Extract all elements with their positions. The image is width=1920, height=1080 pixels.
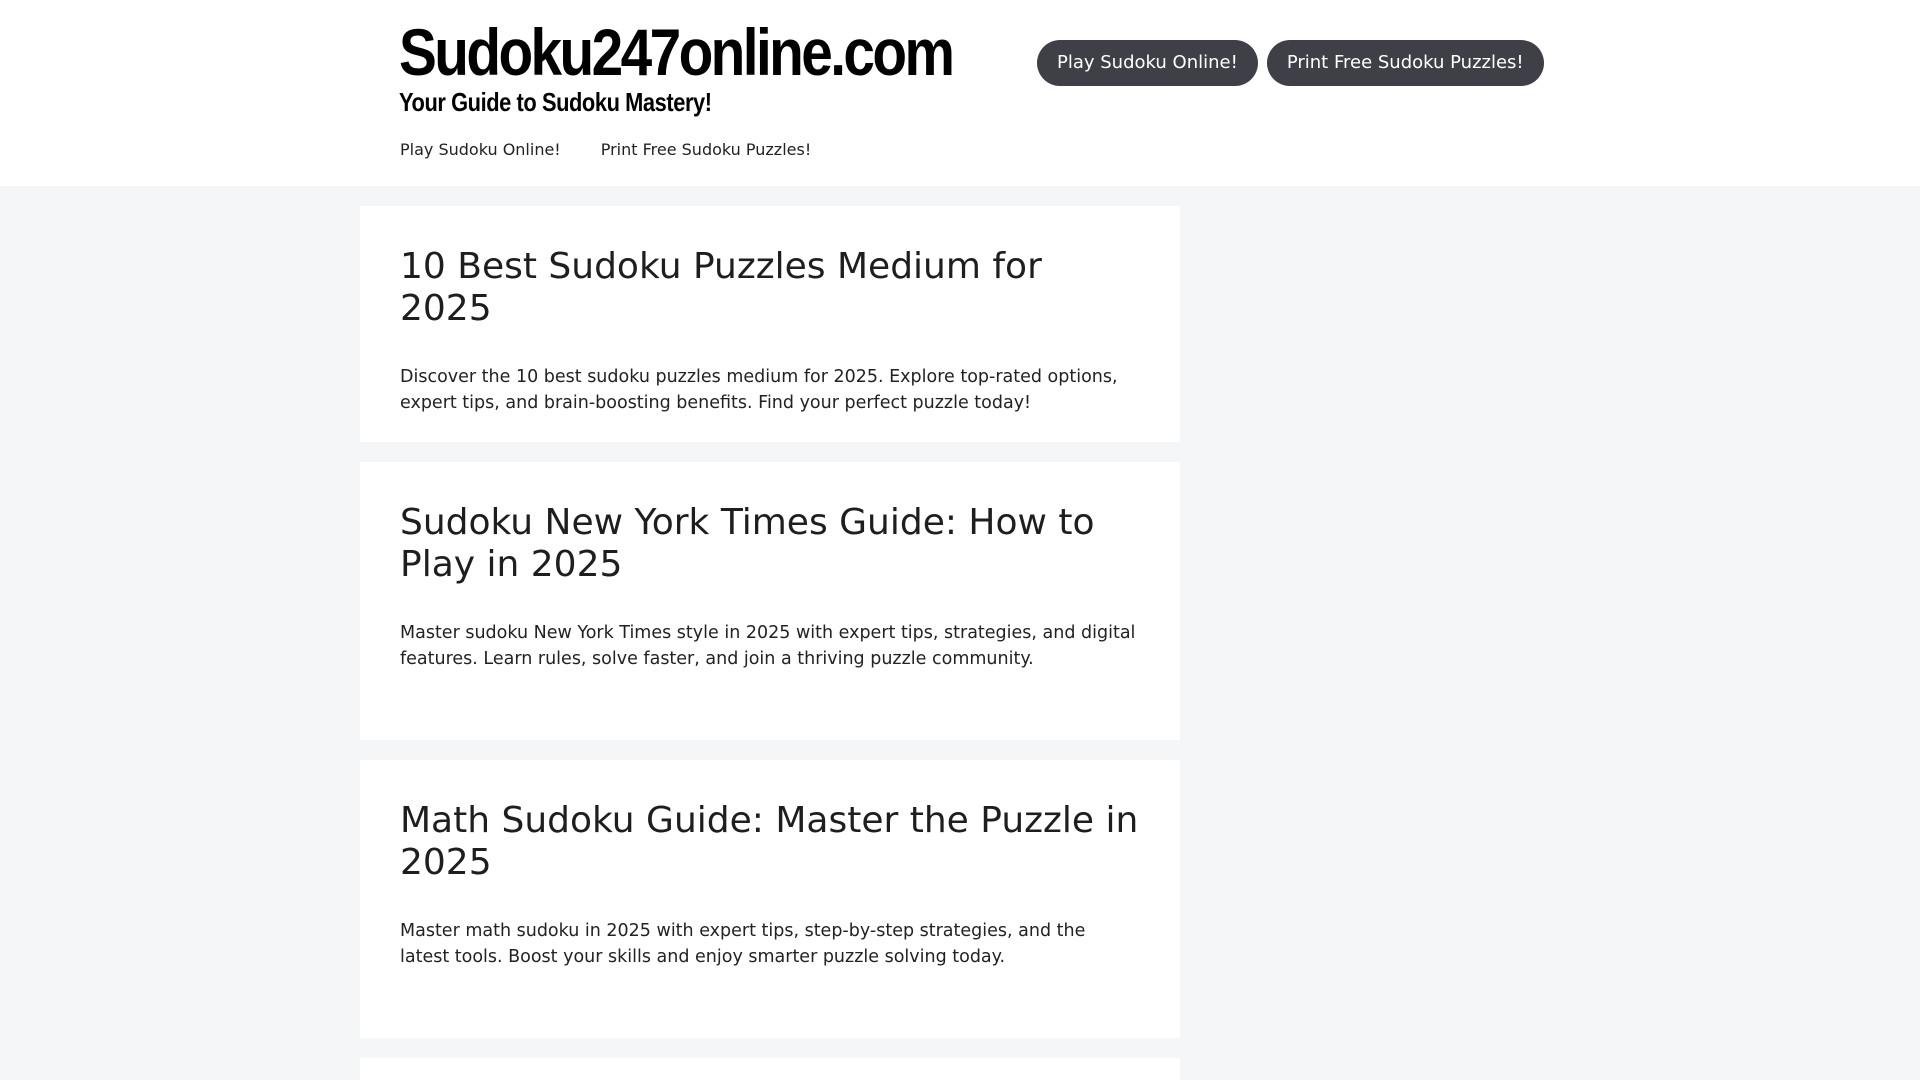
post-excerpt: Master sudoku New York Times style in 20… [400, 623, 1136, 669]
nav-item-print-free-puzzles[interactable]: Print Free Sudoku Puzzles! [601, 140, 812, 159]
print-free-puzzles-button[interactable]: Print Free Sudoku Puzzles! [1266, 40, 1544, 86]
post-title[interactable]: Sudoku New York Times Guide: How to Play… [400, 502, 1140, 586]
post-card: Sudoku New York Times Guide: How to Play… [360, 462, 1180, 740]
post-card: Math Sudoku Guide: Master the Puzzle in … [360, 760, 1180, 1038]
nav-item-play-sudoku-online[interactable]: Play Sudoku Online! [400, 140, 561, 159]
site-logo[interactable]: Sudoku247online.com Your Guide to Sudoku… [399, 18, 959, 116]
primary-nav: Play Sudoku Online! Print Free Sudoku Pu… [400, 140, 811, 159]
site-tagline: Your Guide to Sudoku Mastery! [399, 87, 712, 117]
post-title[interactable]: 10 Best Sudoku Puzzles Medium for 2025 [400, 246, 1140, 330]
site-header: Sudoku247online.com Your Guide to Sudoku… [0, 0, 1920, 186]
post-title[interactable]: Math Sudoku Guide: Master the Puzzle in … [400, 800, 1140, 884]
post-card: 10 Best Sudoku Puzzles Medium for 2025 D… [360, 206, 1180, 442]
site-title[interactable]: Sudoku247online.com [399, 18, 955, 86]
post-card-partial [360, 1058, 1180, 1080]
header-buttons: Play Sudoku Online! Print Free Sudoku Pu… [1037, 40, 1544, 86]
play-sudoku-online-button[interactable]: Play Sudoku Online! [1037, 40, 1258, 86]
post-excerpt: Master math sudoku in 2025 with expert t… [400, 921, 1086, 967]
post-excerpt: Discover the 10 best sudoku puzzles medi… [400, 367, 1118, 413]
